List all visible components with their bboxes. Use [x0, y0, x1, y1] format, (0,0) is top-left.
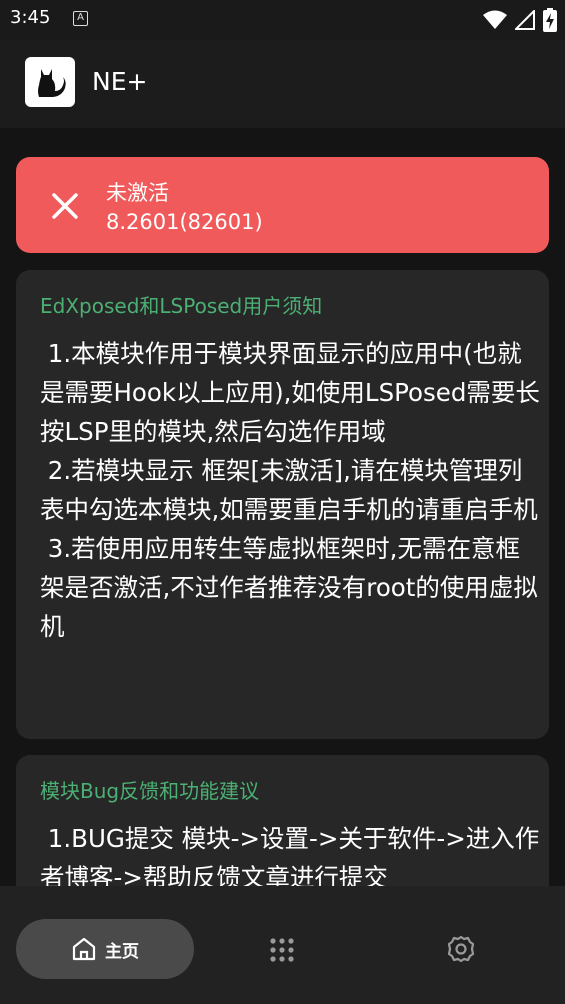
- app-bar: NE+: [0, 40, 565, 128]
- main-content[interactable]: 未激活 8.2601(82601) EdXposed和LSPosed用户须知 1…: [0, 128, 565, 886]
- status-bar: 3:45 A: [0, 0, 565, 40]
- status-icons: [483, 8, 557, 32]
- activation-status-card[interactable]: 未激活 8.2601(82601): [16, 157, 549, 253]
- wifi-icon: [483, 10, 507, 29]
- card-body: 1.本模块作用于模块界面显示的应用中(也就是需要Hook以上应用),如使用LSP…: [40, 339, 540, 641]
- accessibility-indicator-icon: A: [73, 11, 88, 26]
- signal-icon: [515, 10, 535, 30]
- app-title: NE+: [92, 67, 148, 96]
- settings-icon[interactable]: [446, 934, 476, 964]
- nav-home-label: 主页: [105, 941, 139, 962]
- nav-home-button[interactable]: 主页: [16, 919, 194, 979]
- card-title: 模块Bug反馈和功能建议: [40, 779, 260, 803]
- notice-card-xposed: EdXposed和LSPosed用户须知 1.本模块作用于模块界面显示的应用中(…: [16, 270, 549, 739]
- close-icon: [52, 193, 78, 219]
- cat-logo-icon: [25, 57, 75, 107]
- home-icon: [72, 937, 96, 961]
- activation-status-label: 未激活: [106, 181, 169, 205]
- status-time: 3:45: [10, 7, 51, 28]
- card-body: 1.BUG提交 模块->设置->关于软件->进入作者博客->帮助反馈文章进行提交: [40, 824, 540, 886]
- bottom-navigation: 主页: [0, 886, 565, 1004]
- notice-card-feedback: 模块Bug反馈和功能建议 1.BUG提交 模块->设置->关于软件->进入作者博…: [16, 755, 549, 886]
- module-version: 8.2601(82601): [106, 210, 263, 234]
- apps-grid-icon[interactable]: [268, 936, 296, 964]
- battery-charging-icon: [543, 8, 557, 32]
- card-title: EdXposed和LSPosed用户须知: [40, 294, 323, 318]
